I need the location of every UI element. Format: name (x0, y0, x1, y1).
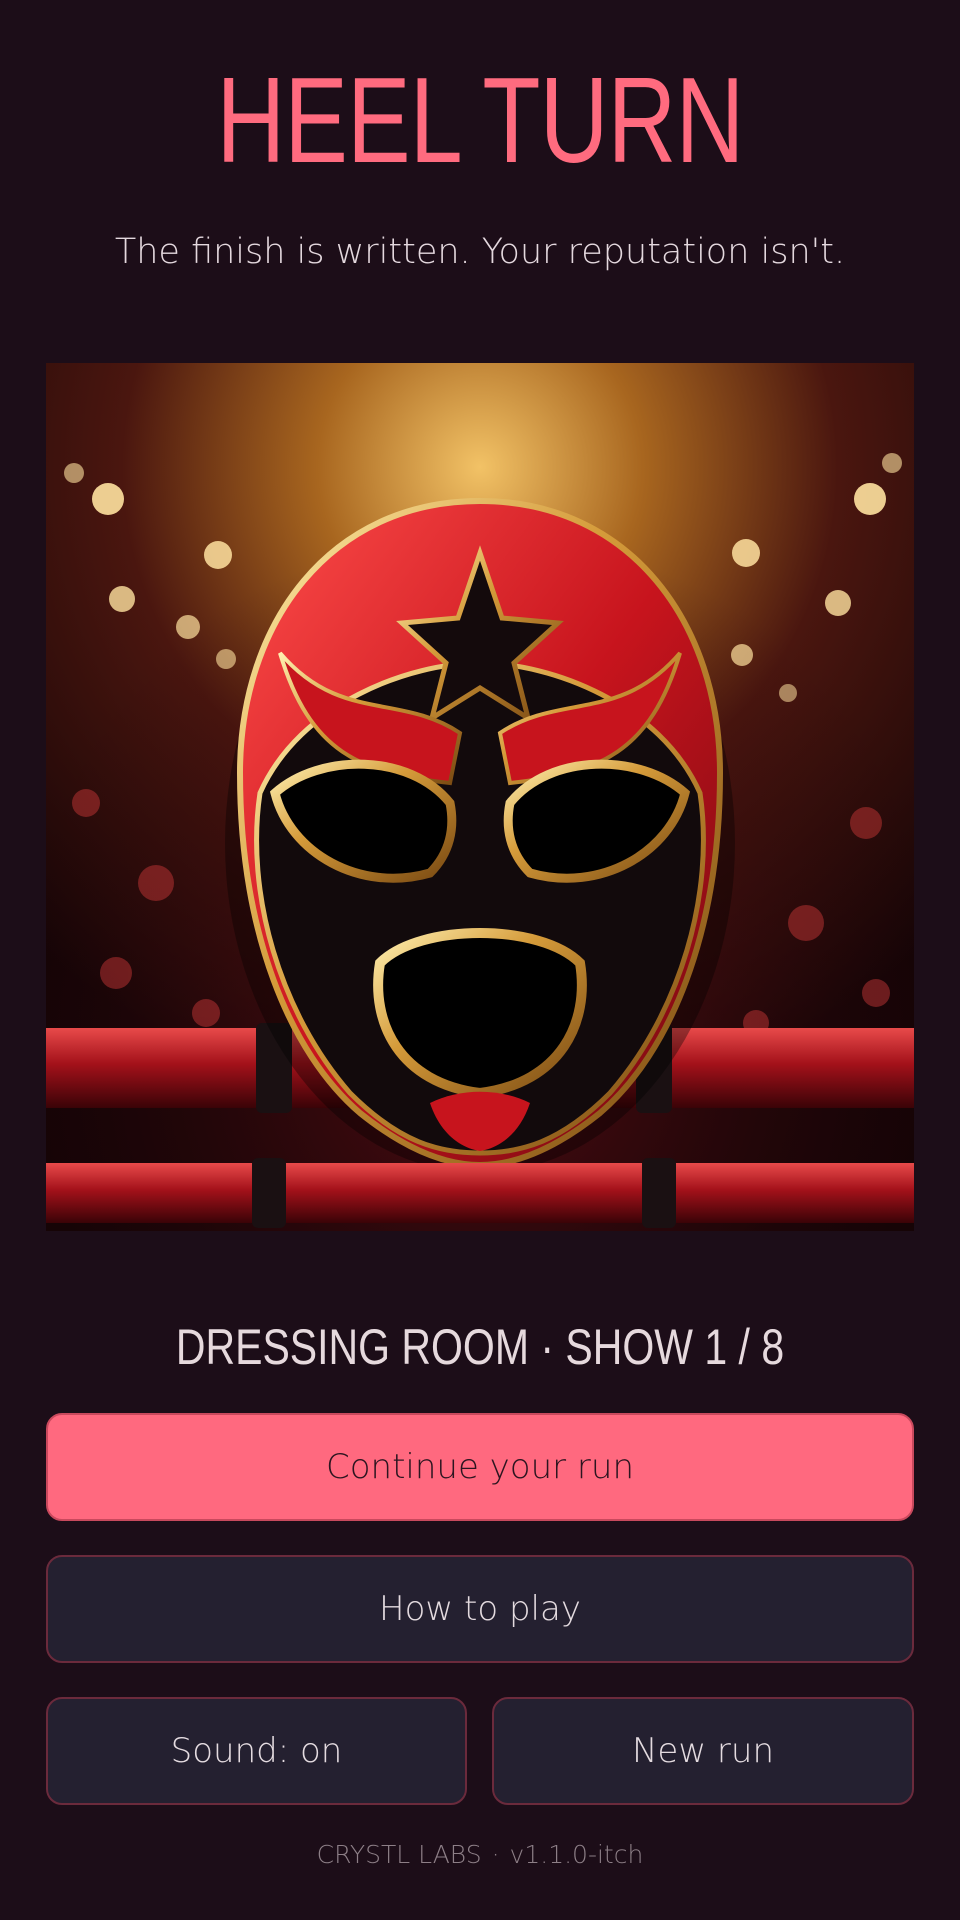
key-art (46, 363, 914, 1231)
luchador-mask-icon (46, 363, 914, 1231)
how-to-play-button[interactable]: How to play (46, 1555, 914, 1663)
game-title: HEEL TURN (216, 52, 744, 188)
sound-toggle-button[interactable]: Sound: on (46, 1697, 467, 1805)
tagline: The finish is written. Your reputation i… (114, 232, 846, 272)
studio-name: CRYSTL LABS (316, 1840, 482, 1869)
new-run-button[interactable]: New run (492, 1697, 914, 1805)
version-label: v1.1.0-itch (509, 1840, 644, 1869)
footer: CRYSTL LABS · v1.1.0-itch (0, 1840, 960, 1869)
title-screen: HEEL TURN The finish is written. Your re… (0, 0, 960, 1920)
continue-run-button[interactable]: Continue your run (46, 1413, 914, 1521)
run-status: DRESSING ROOM · SHOW 1 / 8 (175, 1319, 785, 1375)
footer-separator: · (491, 1840, 500, 1869)
